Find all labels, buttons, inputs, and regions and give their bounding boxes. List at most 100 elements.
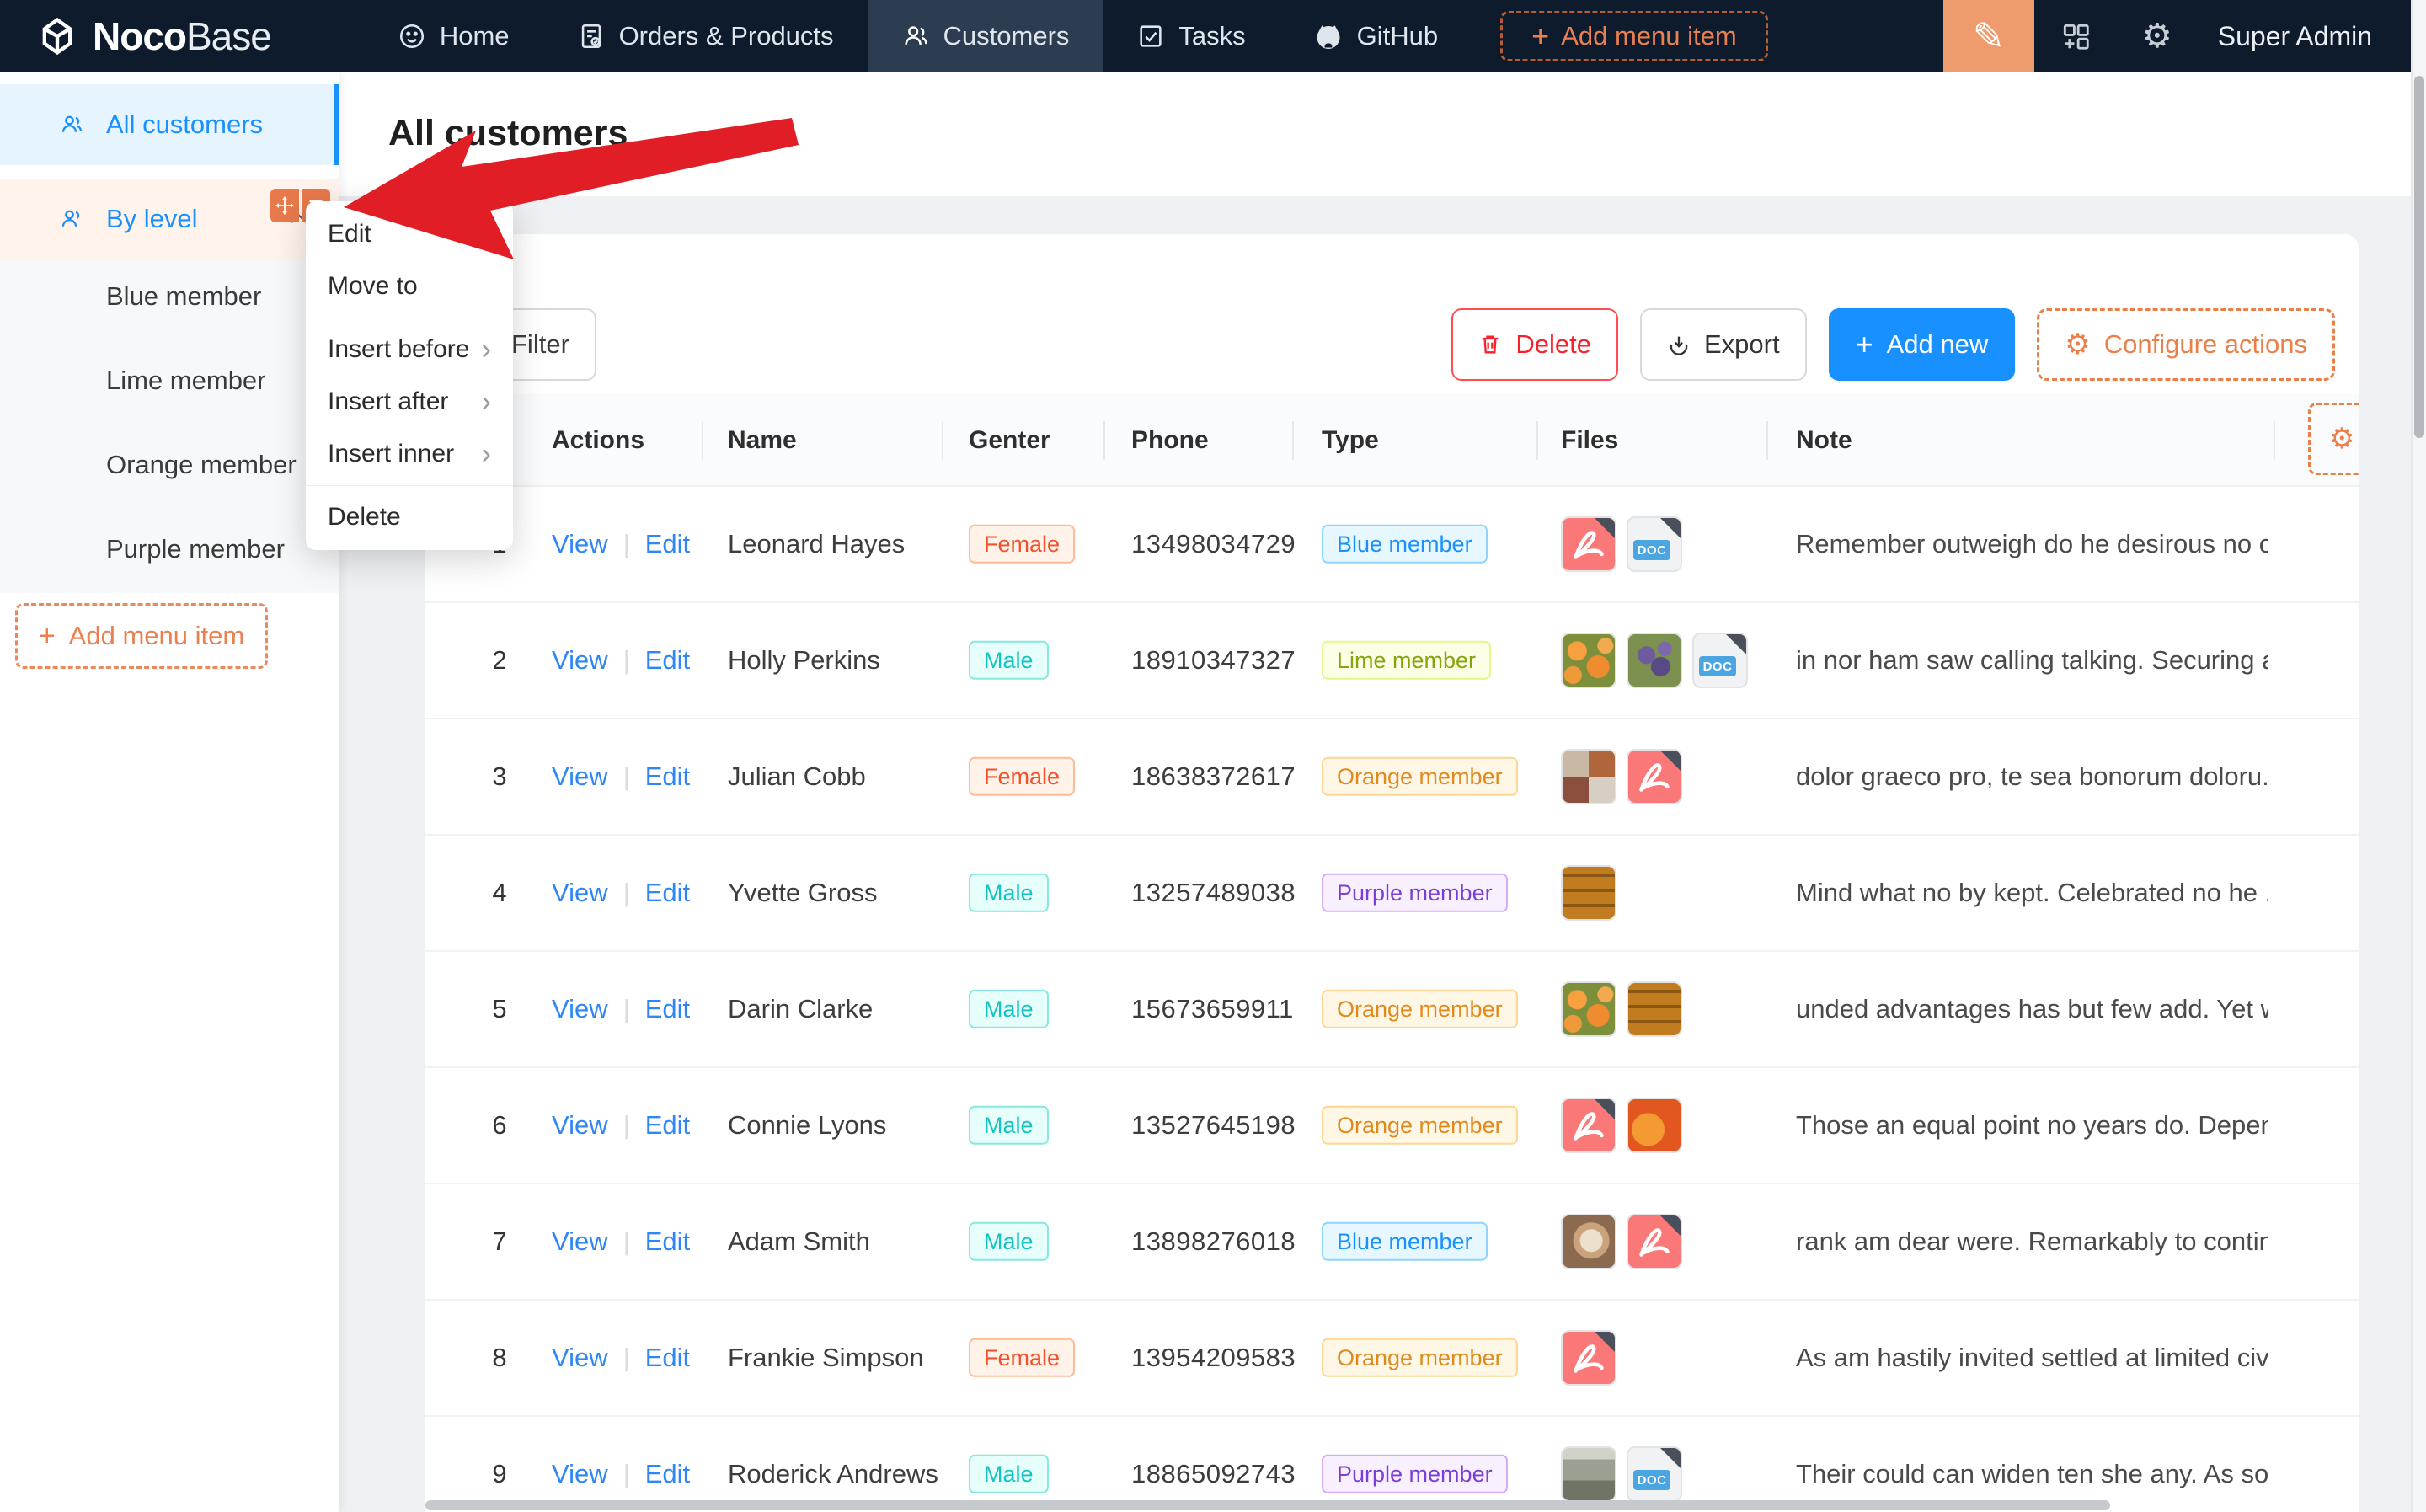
- github-icon: [1313, 21, 1344, 51]
- column-header-name[interactable]: Name: [728, 394, 797, 487]
- member-type-tag: Lime member: [1322, 641, 1491, 680]
- image-attachment-thumbnail[interactable]: [1561, 865, 1616, 921]
- user-menu[interactable]: Super Admin: [2218, 21, 2372, 52]
- view-link[interactable]: View: [552, 529, 608, 559]
- row-actions: View|Edit: [552, 529, 690, 559]
- menu-item-edit[interactable]: Edit: [306, 208, 513, 260]
- view-link[interactable]: View: [552, 645, 608, 676]
- sidebar-item-all-customers[interactable]: All customers: [0, 84, 339, 165]
- menu-item-delete[interactable]: Delete: [306, 491, 513, 543]
- column-header-actions[interactable]: Actions: [552, 394, 644, 487]
- horizontal-scrollbar-thumb[interactable]: [425, 1500, 2110, 1510]
- edit-link[interactable]: Edit: [645, 761, 690, 792]
- drag-handle-icon[interactable]: [270, 189, 299, 222]
- image-attachment-thumbnail[interactable]: [1627, 633, 1682, 688]
- menu-item-move-to[interactable]: Move to: [306, 260, 513, 313]
- sidebar-add-menu-item-button[interactable]: + Add menu item: [15, 603, 268, 669]
- link-divider: |: [623, 1459, 630, 1489]
- phone-number: 13954209583: [1131, 1343, 1296, 1373]
- add-new-button[interactable]: + Add new: [1829, 308, 2016, 381]
- image-attachment-thumbnail[interactable]: [1627, 981, 1682, 1037]
- view-link[interactable]: View: [552, 1226, 608, 1257]
- nocobase-logo[interactable]: NocoBase: [35, 13, 271, 59]
- edit-link[interactable]: Edit: [645, 1226, 690, 1257]
- edit-link[interactable]: Edit: [645, 994, 690, 1024]
- view-link[interactable]: View: [552, 878, 608, 908]
- phone-number: 18638372617: [1131, 761, 1296, 792]
- column-header-phone[interactable]: Phone: [1131, 394, 1209, 487]
- files-cell: [1561, 1330, 1616, 1386]
- pdf-file-icon[interactable]: [1561, 516, 1616, 572]
- menu-item-insert-after[interactable]: Insert after›: [306, 376, 513, 428]
- column-header-gender[interactable]: Genter: [969, 394, 1050, 487]
- view-link[interactable]: View: [552, 1110, 608, 1141]
- column-divider: [1292, 421, 1294, 460]
- column-divider: [702, 421, 703, 460]
- table-row: 8View|EditFrankie SimpsonFemale139542095…: [425, 1301, 2359, 1417]
- edit-link[interactable]: Edit: [645, 1459, 690, 1489]
- image-attachment-thumbnail[interactable]: [1561, 1446, 1616, 1502]
- menu-item-insert-before[interactable]: Insert before›: [306, 323, 513, 376]
- sidebar-item-orange-member[interactable]: Orange member: [106, 450, 297, 484]
- edit-link[interactable]: Edit: [645, 878, 690, 908]
- member-type-tag: Purple member: [1322, 1455, 1508, 1493]
- view-link[interactable]: View: [552, 994, 608, 1024]
- delete-button[interactable]: Delete: [1451, 308, 1618, 381]
- member-type-tag: Blue member: [1322, 525, 1488, 564]
- type-cell: Lime member: [1322, 641, 1491, 680]
- image-attachment-thumbnail[interactable]: [1627, 1098, 1682, 1153]
- designer-context-menu: Edit Move to Insert before› Insert after…: [306, 201, 513, 550]
- row-index: 4: [478, 878, 521, 908]
- sidebar-item-purple-member[interactable]: Purple member: [106, 534, 285, 568]
- column-header-note[interactable]: Note: [1796, 394, 1852, 487]
- image-attachment-thumbnail[interactable]: [1561, 981, 1616, 1037]
- plugin-manager-button[interactable]: [2060, 20, 2092, 52]
- sidebar-item-lime-member[interactable]: Lime member: [106, 366, 266, 399]
- nav-item-customers[interactable]: Customers: [868, 0, 1103, 72]
- nav-item-tasks[interactable]: Tasks: [1103, 0, 1279, 72]
- pdf-file-icon[interactable]: [1627, 749, 1682, 804]
- edit-link[interactable]: Edit: [645, 1343, 690, 1373]
- view-link[interactable]: View: [552, 761, 608, 792]
- edit-link[interactable]: Edit: [645, 529, 690, 559]
- view-link[interactable]: View: [552, 1459, 608, 1489]
- nav-label: Customers: [943, 21, 1070, 51]
- settings-button[interactable]: ⚙: [2142, 19, 2172, 53]
- navbar-add-menu-item-button[interactable]: + Add menu item: [1500, 11, 1768, 61]
- menu-item-insert-inner[interactable]: Insert inner›: [306, 428, 513, 480]
- pdf-file-icon[interactable]: [1561, 1098, 1616, 1153]
- pdf-file-icon[interactable]: [1561, 1330, 1616, 1386]
- sidebar-item-blue-member[interactable]: Blue member: [106, 281, 261, 315]
- export-button[interactable]: Export: [1640, 308, 1807, 381]
- export-label: Export: [1704, 329, 1780, 360]
- configure-columns-button[interactable]: ⚙: [2308, 403, 2359, 475]
- image-attachment-thumbnail[interactable]: [1561, 749, 1616, 804]
- doc-file-icon[interactable]: DOC: [1627, 516, 1682, 572]
- doc-file-icon[interactable]: DOC: [1692, 633, 1748, 688]
- ui-editor-button[interactable]: ✎: [1943, 0, 2034, 72]
- row-actions: View|Edit: [552, 1110, 690, 1141]
- edit-link[interactable]: Edit: [645, 645, 690, 676]
- gender-cell: Male: [969, 990, 1049, 1028]
- view-link[interactable]: View: [552, 1343, 608, 1373]
- phone-number: 13498034729: [1131, 529, 1296, 559]
- column-header-files[interactable]: Files: [1561, 394, 1618, 487]
- doc-file-icon[interactable]: DOC: [1627, 1446, 1682, 1502]
- configure-actions-button[interactable]: ⚙ Configure actions: [2037, 308, 2335, 381]
- column-divider: [1103, 421, 1105, 460]
- pdf-file-icon[interactable]: [1627, 1214, 1682, 1269]
- nav-item-home[interactable]: Home: [364, 0, 543, 72]
- files-cell: [1561, 1098, 1682, 1153]
- edit-link[interactable]: Edit: [645, 1110, 690, 1141]
- scrollbar-thumb[interactable]: [2414, 76, 2424, 438]
- column-header-type[interactable]: Type: [1322, 394, 1379, 487]
- vertical-scrollbar[interactable]: [2411, 0, 2426, 1512]
- nav-item-github[interactable]: GitHub: [1280, 0, 1472, 72]
- plus-icon: +: [1531, 19, 1549, 54]
- image-attachment-thumbnail[interactable]: [1561, 633, 1616, 688]
- files-cell: DOC: [1561, 516, 1682, 572]
- image-attachment-thumbnail[interactable]: [1561, 1214, 1616, 1269]
- nav-item-orders-products[interactable]: Orders & Products: [543, 0, 868, 72]
- phone-number: 18910347327: [1131, 645, 1296, 676]
- member-type-tag: Orange member: [1322, 757, 1518, 796]
